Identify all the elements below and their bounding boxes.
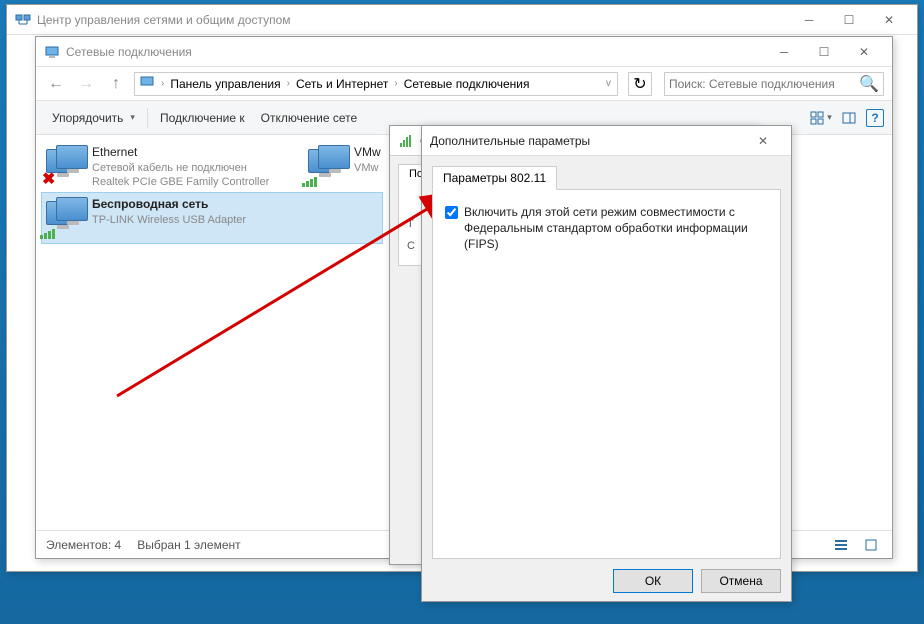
help-button[interactable]: ? [866,109,884,127]
window-title: Центр управления сетями и общим доступом [37,13,789,27]
selection-count: Выбран 1 элемент [137,538,240,552]
fips-checkbox-row[interactable]: Включить для этой сети режим совместимос… [445,204,768,253]
tab-80211[interactable]: Параметры 802.11 [432,166,557,190]
chevron-right-icon: › [159,78,166,89]
separator [147,108,148,128]
disable-device-button[interactable]: Отключение сете [253,107,366,129]
nav-forward-button[interactable]: → [74,72,98,96]
preview-pane-button[interactable] [838,107,860,129]
titlebar[interactable]: Сетевые подключения ─ ☐ ✕ [36,37,892,67]
search-icon[interactable]: 🔍 [859,74,879,94]
chevron-right-icon: › [392,78,399,89]
refresh-button[interactable]: ↻ [628,72,652,96]
signal-icon [398,133,414,149]
connection-item-ethernet[interactable]: ✖ Ethernet Сетевой кабель не подключен R… [42,141,302,191]
window-title: Сетевые подключения [66,45,764,59]
organize-label: Упорядочить [52,111,123,125]
disconnected-icon: ✖ [42,169,55,189]
cancel-button[interactable]: Отмена [701,569,781,593]
signal-icon [40,229,55,239]
connection-device: VMw [354,161,381,175]
navbar: ← → ↑ › Панель управления › Сеть и Интер… [36,67,892,101]
advanced-settings-window: Дополнительные параметры ✕ Параметры 802… [421,125,792,602]
breadcrumb-item[interactable]: Сетевые подключения [404,77,530,91]
titlebar[interactable]: Дополнительные параметры ✕ [422,126,791,156]
view-menu[interactable] [810,107,832,129]
app-icon [44,44,60,60]
close-button[interactable]: ✕ [844,38,884,66]
nav-back-button[interactable]: ← [44,72,68,96]
connection-item-wireless[interactable]: Беспроводная сеть TP-LINK Wireless USB A… [42,193,382,243]
nav-up-button[interactable]: ↑ [104,72,128,96]
chevron-down-icon[interactable]: v [604,78,613,89]
connection-device: TP-LINK Wireless USB Adapter [92,213,246,227]
network-adapter-icon [308,145,348,185]
search-input[interactable] [669,77,859,91]
maximize-button[interactable]: ☐ [829,6,869,34]
address-bar[interactable]: › Панель управления › Сеть и Интернет › … [134,72,618,96]
connection-name: Беспроводная сеть [92,197,246,213]
breadcrumb-item[interactable]: Сеть и Интернет [296,77,388,91]
item-count: Элементов: 4 [46,538,121,552]
signal-icon [302,177,317,187]
network-adapter-icon: ✖ [46,145,86,185]
breadcrumb-item[interactable]: Панель управления [170,77,280,91]
connect-to-button[interactable]: Подключение к [152,107,253,129]
tab-page: Включить для этой сети режим совместимос… [432,189,781,559]
app-icon [15,12,31,28]
connection-device: Realtek PCIe GBE Family Controller [92,175,269,189]
maximize-button[interactable]: ☐ [804,38,844,66]
details-view-button[interactable] [830,534,852,556]
organize-menu[interactable]: Упорядочить [44,107,143,129]
connect-label: Подключение к [160,111,245,125]
fips-checkbox-label: Включить для этой сети режим совместимос… [464,204,768,253]
search-box[interactable]: 🔍 [664,72,884,96]
connection-name: VMw [354,145,381,161]
large-icons-view-button[interactable] [860,534,882,556]
network-adapter-icon [46,197,86,237]
disable-label: Отключение сете [261,111,358,125]
address-icon [139,74,155,93]
minimize-button[interactable]: ─ [764,38,804,66]
minimize-button[interactable]: ─ [789,6,829,34]
connection-status: Сетевой кабель не подключен [92,161,269,175]
close-button[interactable]: ✕ [743,127,783,155]
window-title: Дополнительные параметры [430,134,743,148]
titlebar[interactable]: Центр управления сетями и общим доступом… [7,5,917,35]
connection-name: Ethernet [92,145,269,161]
chevron-right-icon: › [285,78,292,89]
ok-button[interactable]: ОК [613,569,693,593]
fips-checkbox[interactable] [445,206,458,219]
close-button[interactable]: ✕ [869,6,909,34]
